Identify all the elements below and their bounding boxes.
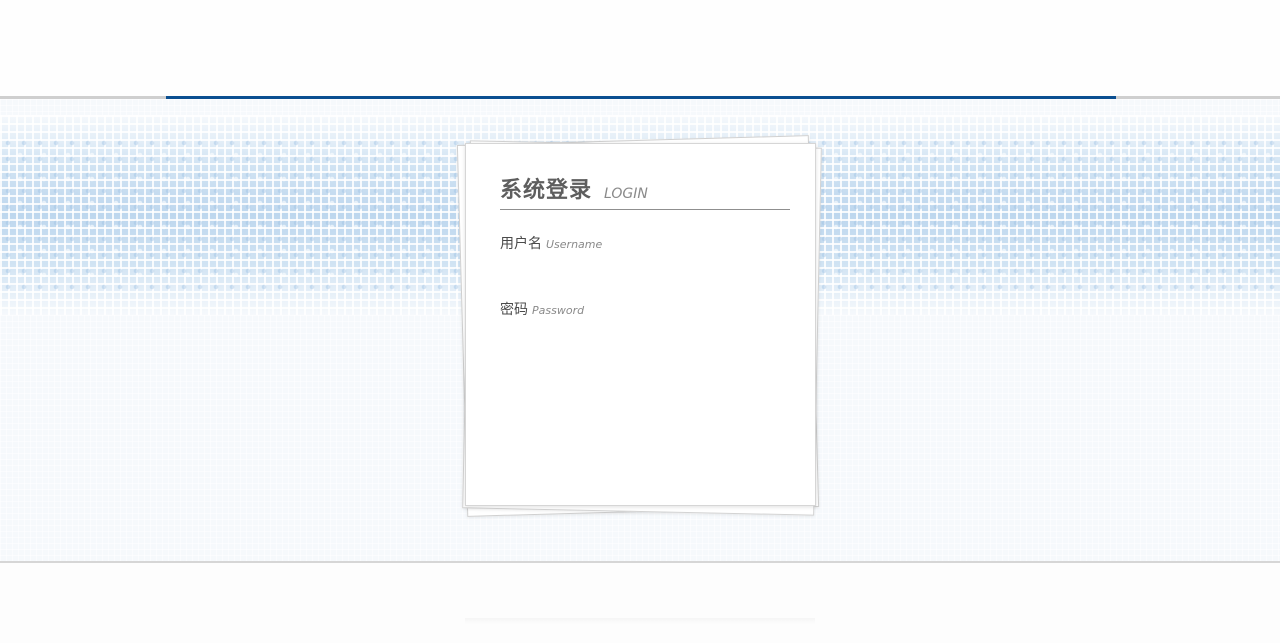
login-title: 系统登录 [500,178,593,203]
password-input[interactable] [500,321,788,339]
login-page: 系统登录 LOGIN 用户名 Username 密码 Password [0,0,1280,643]
username-hint: Username [546,238,603,251]
login-card-header: 系统登录 LOGIN [500,176,790,210]
username-label: 用户名 [500,236,542,252]
password-label: 密码 [500,302,528,318]
footer-band [0,563,1280,643]
footer-shadow [465,618,815,624]
username-field: 用户名 Username [500,233,790,273]
login-card: 系统登录 LOGIN 用户名 Username 密码 Password [465,143,816,506]
username-input[interactable] [500,255,788,273]
login-subtitle: LOGIN [604,186,648,202]
password-hint: Password [532,304,585,317]
login-button[interactable] [500,406,790,450]
header-band [0,0,1280,96]
password-field: 密码 Password [500,299,790,339]
